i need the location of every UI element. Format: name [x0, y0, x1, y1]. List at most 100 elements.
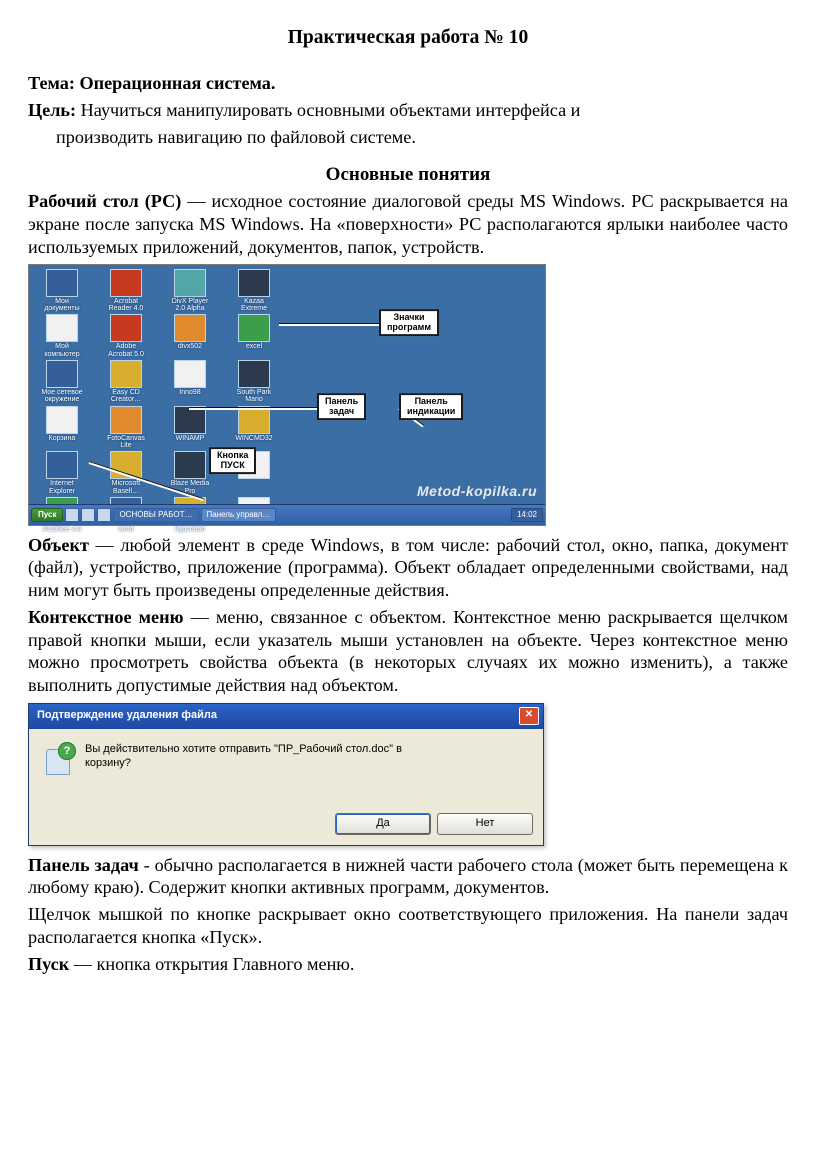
watermark: Metod-kopilka.ru: [417, 483, 537, 501]
icon-image: [110, 314, 142, 342]
icon-image: [46, 451, 78, 479]
taskbar-button[interactable]: ОСНОВЫ РАБОТ…: [113, 508, 198, 522]
icon-label: divx502: [161, 343, 219, 357]
icon-image: [174, 406, 206, 434]
desktop-icon[interactable]: DivX Player 2.0 Alpha: [161, 269, 219, 313]
term-desktop: Рабочий стол (РС): [28, 191, 181, 211]
icon-image: [174, 451, 206, 479]
annotation-programs-icons: Значки программ: [379, 309, 439, 337]
paragraph-taskbar-extra: Щелчок мышкой по кнопке раскрывает окно …: [28, 903, 788, 949]
quick-launch-icon[interactable]: [81, 508, 95, 522]
dialog-message-line: корзину?: [85, 757, 402, 771]
icon-image: [110, 406, 142, 434]
desktop-icon[interactable]: excel: [225, 314, 283, 358]
icon-label: word: [97, 526, 155, 540]
def-object: — любой элемент в среде Windows, в том ч…: [28, 535, 788, 601]
annotation-lead: [189, 407, 317, 410]
paragraph-context-menu: Контекстное меню — меню, связанное с объ…: [28, 606, 788, 697]
topic-label: Тема:: [28, 73, 79, 93]
icon-label: Мои документы: [33, 298, 91, 313]
icon-image: [238, 314, 270, 342]
icon-image: [46, 406, 78, 434]
desktop-icon[interactable]: Internet Explorer: [33, 451, 91, 495]
icon-label: Kazaa Extreme: [225, 298, 283, 313]
icon-label: South Park Mario: [225, 389, 283, 404]
desktop-icon[interactable]: divx502: [161, 314, 219, 358]
topic-text: Операционная система.: [79, 73, 275, 93]
taskbar: Пуск ОСНОВЫ РАБОТ… Панель управл… 14:02: [29, 504, 545, 525]
icon-label: [225, 480, 283, 494]
desktop-icon[interactable]: Корзина: [33, 406, 91, 450]
icon-image: [238, 360, 270, 388]
icon-image: [46, 360, 78, 388]
paragraph-taskbar: Панель задач - обычно располагается в ни…: [28, 854, 788, 900]
icon-image: [238, 269, 270, 297]
icon-label: Easy CD Creator…: [97, 389, 155, 404]
icon-label: Курсовая: [161, 526, 219, 540]
annotation-taskbar: Панель задач: [317, 393, 366, 421]
icon-label: [225, 526, 283, 540]
icon-label: ACDSee 4.0: [33, 526, 91, 540]
recycle-bin-icon: ?: [43, 743, 75, 779]
page-title: Практическая работа № 10: [28, 26, 788, 50]
desktop-icon[interactable]: Inno98: [161, 360, 219, 404]
goal-line2: производить навигацию по файловой систем…: [28, 126, 788, 149]
dialog-titlebar: Подтверждение удаления файла ✕: [29, 704, 543, 729]
quick-launch-icon[interactable]: [65, 508, 79, 522]
concepts-heading: Основные понятия: [28, 163, 788, 187]
icon-label: excel: [225, 343, 283, 357]
desktop-icon[interactable]: Easy CD Creator…: [97, 360, 155, 404]
no-button[interactable]: Нет: [437, 813, 533, 835]
annotation-lead: [279, 323, 379, 326]
annotation-start-button: Кнопка ПУСК: [209, 447, 256, 475]
icon-image: [174, 360, 206, 388]
desktop-icon[interactable]: WINAMP: [161, 406, 219, 450]
dialog-message-line: Вы действительно хотите отправить "ПР_Ра…: [85, 743, 402, 757]
icon-label: Internet Explorer: [33, 480, 91, 495]
screenshot-dialog: Подтверждение удаления файла ✕ ? Вы дейс…: [28, 703, 544, 846]
start-button[interactable]: Пуск: [31, 508, 63, 522]
desktop-icon[interactable]: Мое сетевое окружение: [33, 360, 91, 404]
icon-label: Мой компьютер: [33, 343, 91, 358]
icon-label: Inno98: [161, 389, 219, 403]
goal-line1: Цель: Научиться манипулировать основными…: [28, 99, 788, 122]
icon-label: Корзина: [33, 435, 91, 449]
icon-image: [238, 406, 270, 434]
desktop-icon[interactable]: Acrobat Reader 4.0: [97, 269, 155, 313]
icon-label: Adobe Acrobat 5.0: [97, 343, 155, 358]
paragraph-object: Объект — любой элемент в среде Windows, …: [28, 534, 788, 602]
taskbar-button[interactable]: Панель управл…: [201, 508, 277, 522]
term-taskbar: Панель задач: [28, 855, 139, 875]
icon-image: [46, 314, 78, 342]
desktop-icon[interactable]: South Park Mario: [225, 360, 283, 404]
def-start: — кнопка открытия Главного меню.: [69, 954, 354, 974]
icon-label: FotoCanvas Lite: [97, 435, 155, 450]
desktop-icon[interactable]: FotoCanvas Lite: [97, 406, 155, 450]
topic-line: Тема: Операционная система.: [28, 72, 788, 95]
icon-label: Мое сетевое окружение: [33, 389, 91, 404]
icon-image: [174, 269, 206, 297]
close-icon[interactable]: ✕: [519, 707, 539, 725]
desktop-icon[interactable]: WINCMD32: [225, 406, 283, 450]
icon-label: DivX Player 2.0 Alpha: [161, 298, 219, 313]
desktop-icon[interactable]: Мои документы: [33, 269, 91, 313]
paragraph-desktop: Рабочий стол (РС) — исходное состояние д…: [28, 190, 788, 258]
icon-image: [110, 269, 142, 297]
icon-label: Acrobat Reader 4.0: [97, 298, 155, 313]
yes-button[interactable]: Да: [335, 813, 431, 835]
icon-image: [174, 314, 206, 342]
term-start: Пуск: [28, 954, 69, 974]
quick-launch-icon[interactable]: [97, 508, 111, 522]
annotation-tray: Панель индикации: [399, 393, 463, 421]
quick-launch: [65, 508, 111, 522]
desktop-icon[interactable]: Kazaa Extreme: [225, 269, 283, 313]
desktop-icon[interactable]: Мой компьютер: [33, 314, 91, 358]
dialog-message: Вы действительно хотите отправить "ПР_Ра…: [85, 743, 402, 771]
def-taskbar: - обычно располагается в нижней части ра…: [28, 855, 788, 898]
desktop-icon[interactable]: Adobe Acrobat 5.0: [97, 314, 155, 358]
dialog-title: Подтверждение удаления файла: [37, 709, 519, 723]
paragraph-start: Пуск — кнопка открытия Главного меню.: [28, 953, 788, 976]
screenshot-desktop: Мои документы Acrobat Reader 4.0 DivX Play…: [28, 264, 546, 526]
term-context-menu: Контекстное меню: [28, 607, 183, 627]
system-tray[interactable]: 14:02: [511, 508, 543, 522]
